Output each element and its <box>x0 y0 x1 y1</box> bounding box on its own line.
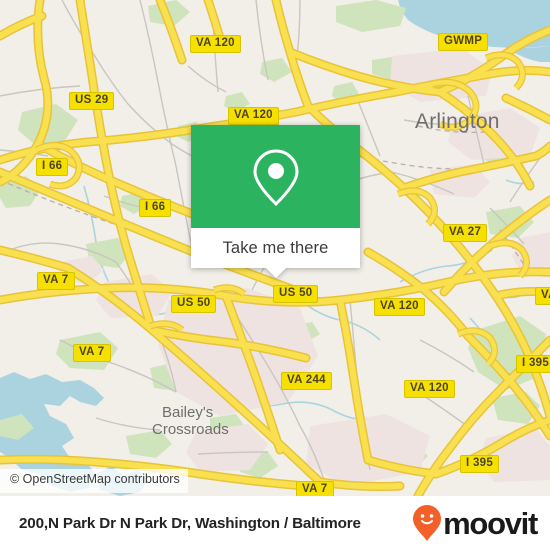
road-shield: GWMP <box>438 33 489 51</box>
road-shield: VA 244 <box>281 372 332 390</box>
road-shield: VA 27 <box>443 224 488 242</box>
map-pin-icon <box>252 148 299 206</box>
road-shield: VA 7 <box>296 481 334 496</box>
road-shield: I 395 <box>460 455 500 473</box>
osm-attribution[interactable]: © OpenStreetMap contributors <box>0 469 188 493</box>
place-label: Crossroads <box>152 421 229 438</box>
moovit-pin-smiley-icon <box>413 505 442 541</box>
place-label: Arlington <box>415 110 500 133</box>
road-shield: VA 120 <box>190 35 241 53</box>
moovit-logo[interactable]: moovit <box>412 504 538 542</box>
road-shield: VA 7 <box>37 272 75 290</box>
screenshot-root: VA 120 US 29 VA 120 GWMP I 66 I 66 VA 27 VA 7 US… <box>0 0 550 550</box>
road-shield: VA <box>535 287 550 305</box>
road-shield: VA 120 <box>228 107 279 125</box>
road-shield: US 29 <box>69 92 115 110</box>
popup-header <box>191 125 360 228</box>
moovit-wordmark: moovit <box>443 505 538 541</box>
road-shield: US 50 <box>171 295 217 313</box>
road-shield: I 66 <box>36 158 69 176</box>
bottom-bar: 200,N Park Dr N Park Dr, Washington / Ba… <box>0 496 550 550</box>
popup-tail-pointer <box>265 268 286 278</box>
road-shield: VA 7 <box>73 344 111 362</box>
popup-action-bar[interactable]: Take me there <box>191 228 360 278</box>
location-popup[interactable]: Take me there <box>191 125 360 278</box>
road-shield: VA 120 <box>404 380 455 398</box>
road-shield: I 395 <box>516 355 550 373</box>
road-shield: I 66 <box>139 199 172 217</box>
take-me-there-button[interactable]: Take me there <box>223 239 329 258</box>
road-shield: US 50 <box>273 285 319 303</box>
address-text: 200,N Park Dr N Park Dr, Washington / Ba… <box>19 514 361 532</box>
place-label: Bailey's <box>162 404 214 421</box>
road-shield: VA 120 <box>374 298 425 316</box>
